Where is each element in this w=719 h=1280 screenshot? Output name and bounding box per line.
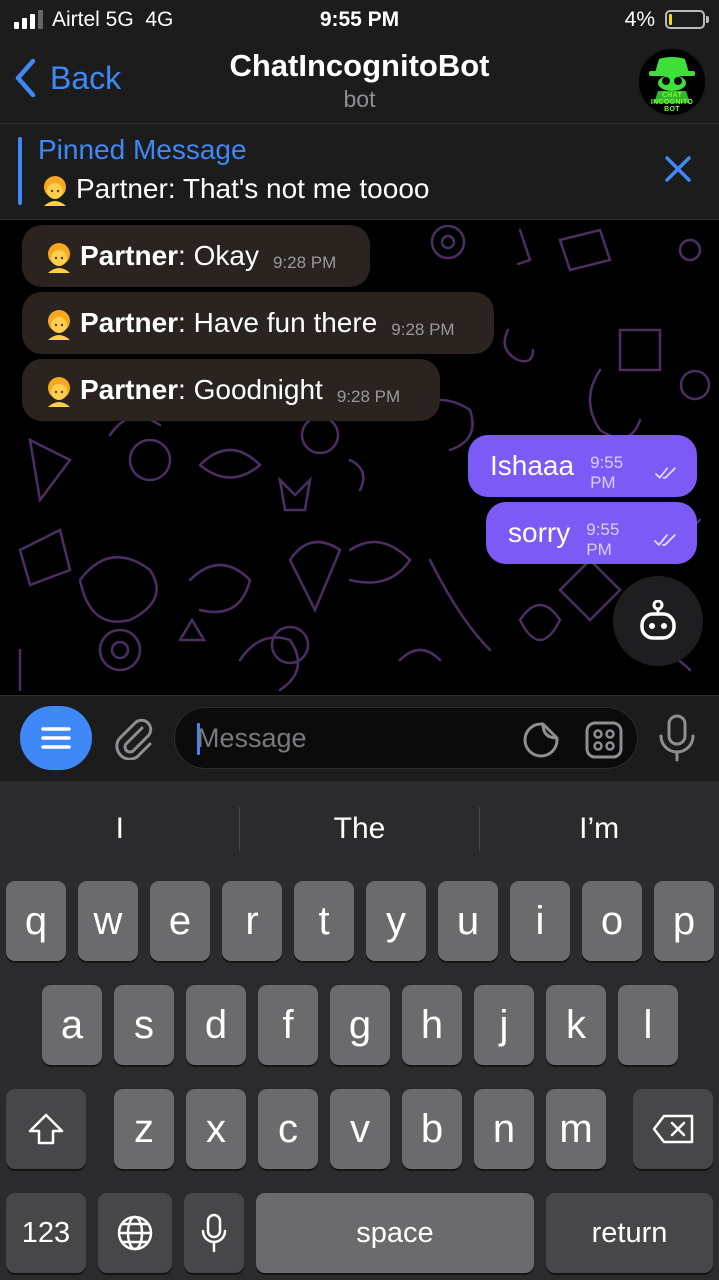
incoming-message[interactable]: Partner: Goodnight 9:28 PM [22, 359, 440, 421]
message-time: 9:28 PM [272, 253, 337, 272]
message-time: 9:55 PM [586, 520, 620, 559]
message-field[interactable] [174, 707, 638, 769]
bot-menu-button[interactable] [20, 706, 92, 770]
keyboard: I The I’m q w e r t y u i o p a s d f g … [0, 781, 719, 1280]
sender-name: Partner [80, 240, 179, 271]
menu-icon [41, 727, 71, 749]
pinned-title: Pinned Message [38, 134, 247, 165]
sender-name: Partner [80, 374, 179, 405]
key-s[interactable]: s [114, 985, 174, 1065]
globe-icon [117, 1215, 153, 1251]
key-j[interactable]: j [474, 985, 534, 1065]
incoming-message[interactable]: Partner: Have fun there 9:28 PM [22, 292, 494, 354]
message-time-wrap: 9:55 PM [590, 453, 679, 493]
battery-icon [665, 10, 709, 29]
sticker-icon[interactable] [523, 722, 559, 758]
key-z[interactable]: z [114, 1089, 174, 1169]
message-text: Ishaaa [490, 450, 575, 481]
key-p[interactable]: p [654, 881, 714, 961]
key-w[interactable]: w [78, 881, 138, 961]
person-emoji-icon [48, 243, 70, 273]
person-emoji-icon [48, 310, 70, 340]
microphone-icon[interactable] [656, 714, 698, 762]
avatar-logo-text: CHAT INCOGNITO BOT [650, 92, 694, 113]
key-m[interactable]: m [546, 1089, 606, 1169]
backspace-icon [652, 1114, 694, 1144]
bot-commands-button[interactable] [613, 576, 703, 666]
pinned-preview: Partner: That's not me toooo [38, 172, 429, 206]
key-y[interactable]: y [366, 881, 426, 961]
key-l[interactable]: l [618, 985, 678, 1065]
pinned-message-bar[interactable]: Pinned Message Partner: That's not me to… [0, 124, 719, 220]
message-time: 9:28 PM [391, 320, 455, 339]
backspace-key[interactable] [633, 1089, 713, 1169]
sender-name: Partner [80, 307, 179, 338]
globe-key[interactable] [98, 1193, 172, 1273]
key-r[interactable]: r [222, 881, 282, 961]
composer-bar [0, 695, 719, 781]
commands-icon[interactable] [585, 721, 623, 759]
key-b[interactable]: b [402, 1089, 462, 1169]
microphone-icon [201, 1213, 227, 1253]
key-u[interactable]: u [438, 881, 498, 961]
suggestion-3[interactable]: I’m [479, 812, 719, 846]
key-q[interactable]: q [6, 881, 66, 961]
key-k[interactable]: k [546, 985, 606, 1065]
message-text: : Goodnight [178, 374, 323, 405]
bot-avatar[interactable]: CHAT INCOGNITO BOT [637, 47, 707, 117]
shift-arrow-icon [28, 1113, 64, 1145]
robot-icon [640, 600, 676, 640]
key-e[interactable]: e [150, 881, 210, 961]
message-text: : Have fun there [178, 307, 378, 338]
outgoing-message[interactable]: Ishaaa 9:55 PM [468, 435, 697, 497]
status-bar: Airtel 5G 4G 9:55 PM 4% [0, 0, 719, 40]
chat-header: Back ChatIncognitoBot bot CHAT INCOGNITO B… [0, 40, 719, 124]
chat-subtitle: bot [343, 86, 376, 112]
predictive-bar: I The I’m [0, 781, 719, 876]
battery-percent: 4% [624, 8, 655, 31]
key-g[interactable]: g [330, 985, 390, 1065]
key-t[interactable]: t [294, 881, 354, 961]
person-emoji-icon [44, 176, 66, 206]
clock: 9:55 PM [319, 8, 400, 31]
pinned-text: Partner: That's not me toooo [76, 173, 430, 204]
key-i[interactable]: i [510, 881, 570, 961]
suggestion-2[interactable]: The [240, 812, 480, 846]
double-check-icon [654, 534, 676, 546]
dictation-key[interactable] [184, 1193, 244, 1273]
shift-key[interactable] [6, 1089, 86, 1169]
close-icon[interactable] [665, 156, 691, 182]
numbers-key[interactable]: 123 [6, 1193, 86, 1273]
outgoing-message[interactable]: sorry 9:55 PM [486, 502, 697, 564]
key-o[interactable]: o [582, 881, 642, 961]
space-key[interactable]: space [256, 1193, 534, 1273]
message-time: 9:55 PM [590, 453, 624, 492]
key-d[interactable]: d [186, 985, 246, 1065]
paperclip-icon[interactable] [110, 714, 156, 760]
chat-title[interactable]: ChatIncognitoBot [0, 48, 719, 84]
key-c[interactable]: c [258, 1089, 318, 1169]
key-x[interactable]: x [186, 1089, 246, 1169]
message-time: 9:28 PM [336, 387, 401, 406]
message-text: : Okay [178, 240, 259, 271]
suggestion-divider [239, 807, 240, 851]
suggestion-1[interactable]: I [0, 812, 240, 846]
message-text: sorry [508, 517, 571, 548]
key-v[interactable]: v [330, 1089, 390, 1169]
key-n[interactable]: n [474, 1089, 534, 1169]
suggestion-divider [479, 807, 480, 851]
key-a[interactable]: a [42, 985, 102, 1065]
message-time-wrap: 9:55 PM [586, 520, 679, 560]
return-key[interactable]: return [546, 1193, 713, 1273]
person-emoji-icon [48, 377, 70, 407]
double-check-icon [655, 467, 677, 479]
pinned-indicator [18, 137, 22, 205]
key-f[interactable]: f [258, 985, 318, 1065]
message-input[interactable] [197, 708, 517, 768]
key-h[interactable]: h [402, 985, 462, 1065]
message-list[interactable]: Partner: Okay 9:28 PM Partner: Have fun … [0, 220, 719, 695]
incoming-message[interactable]: Partner: Okay 9:28 PM [22, 225, 370, 287]
